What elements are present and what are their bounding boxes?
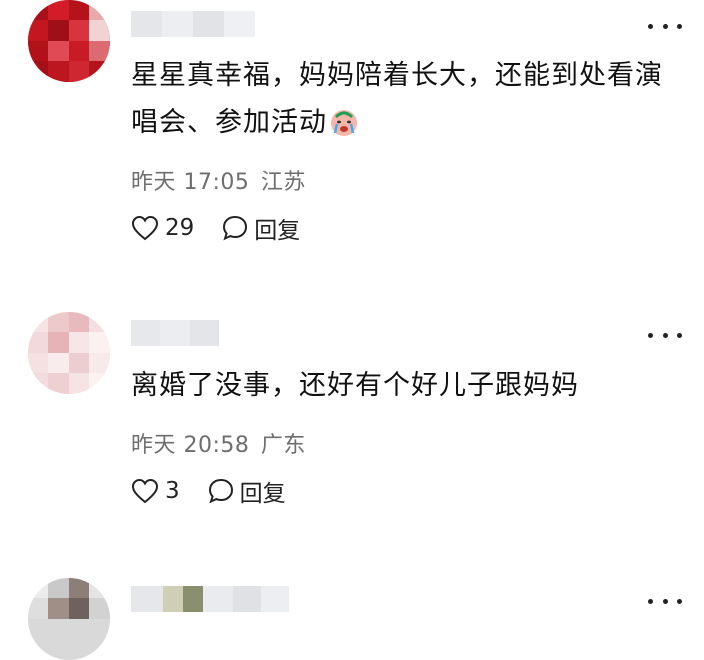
more-dots-icon[interactable] (648, 16, 682, 36)
comment-meta: 昨天 20:58 广东 (131, 427, 306, 459)
comment-1: 星星真幸福，妈妈陪着长大，还能到处看演唱会、参加活动 昨天 17:05 江苏 2… (0, 0, 704, 290)
comment-actions: 3 回复 (131, 475, 286, 507)
crying-face-emoji (329, 105, 359, 152)
more-dots-icon[interactable] (648, 591, 682, 611)
like-count: 3 (165, 478, 180, 504)
like-button[interactable]: 29 (131, 215, 194, 241)
reply-label: 回复 (254, 218, 301, 244)
more-dots-icon[interactable] (648, 325, 682, 345)
username-redacted[interactable] (131, 11, 255, 37)
username-redacted[interactable] (131, 586, 289, 612)
comment-location: 广东 (260, 433, 306, 458)
speech-bubble-icon (208, 478, 233, 504)
comment-3 (0, 560, 704, 660)
heart-outline-icon (131, 215, 159, 241)
comment-meta: 昨天 17:05 江苏 (131, 164, 306, 196)
avatar-pixelated-image (28, 312, 110, 394)
reply-button[interactable]: 回复 (208, 474, 286, 508)
comment-actions: 29 回复 (131, 212, 300, 244)
like-count: 29 (165, 215, 195, 241)
avatar[interactable] (28, 578, 110, 660)
comment-2: 离婚了没事，还好有个好儿子跟妈妈 昨天 20:58 广东 3 回复 (0, 290, 704, 560)
avatar-pixelated-image (28, 0, 110, 82)
comment-date: 昨天 20:58 (131, 433, 250, 458)
heart-outline-icon (131, 478, 159, 504)
username-redacted[interactable] (131, 320, 219, 346)
reply-label: 回复 (239, 481, 286, 507)
comment-text: 星星真幸福，妈妈陪着长大，还能到处看演唱会、参加活动 (131, 52, 676, 152)
avatar[interactable] (28, 0, 110, 82)
reply-button[interactable]: 回复 (222, 211, 300, 245)
like-button[interactable]: 3 (131, 478, 180, 504)
comment-date: 昨天 17:05 (131, 170, 250, 195)
avatar[interactable] (28, 312, 110, 394)
comment-location: 江苏 (260, 170, 306, 195)
speech-bubble-icon (223, 215, 248, 241)
comment-text: 离婚了没事，还好有个好儿子跟妈妈 (131, 370, 579, 401)
avatar-pixelated-image (28, 578, 110, 660)
